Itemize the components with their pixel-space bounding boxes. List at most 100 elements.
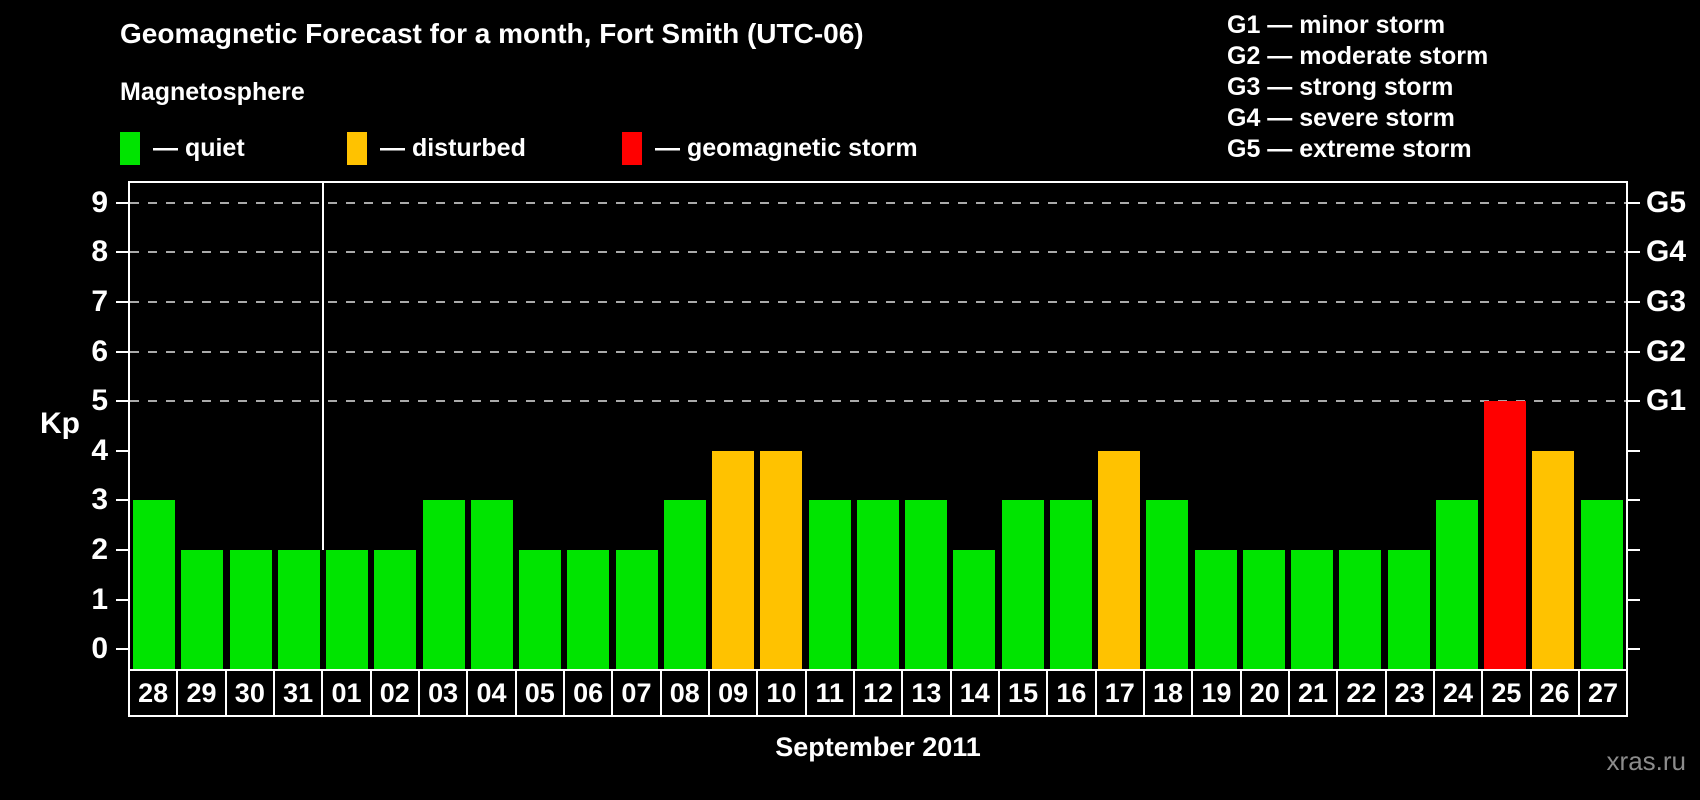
y-axis-tick-right <box>1628 450 1640 452</box>
kp-bar-day-04 <box>471 500 513 669</box>
y-axis-tick-left <box>116 351 128 353</box>
kp-bar-day-03 <box>423 500 465 669</box>
kp-bar-day-26 <box>1532 451 1574 669</box>
x-axis-day-label: 30 <box>224 671 273 715</box>
y-axis-tick-left <box>116 450 128 452</box>
y-axis-tick-right <box>1628 499 1640 501</box>
x-axis-day-label: 24 <box>1432 671 1481 715</box>
x-axis-day-label: 17 <box>1094 671 1143 715</box>
x-axis-day-label: 10 <box>756 671 804 715</box>
x-axis-day-label: 01 <box>321 671 369 715</box>
kp-bar-day-08 <box>664 500 706 669</box>
kp-bar-day-15 <box>1002 500 1044 669</box>
kp-bar-day-06 <box>567 550 609 669</box>
x-axis-day-label: 18 <box>1142 671 1191 715</box>
y-axis-tick-left <box>116 599 128 601</box>
legend-item-quiet: — quiet <box>120 132 245 165</box>
gridline-kp5 <box>130 400 1626 402</box>
x-axis-day-label: 15 <box>997 671 1046 715</box>
gridline-kp7 <box>130 301 1626 303</box>
storm-scale-legend-line: G2 — moderate storm <box>1227 42 1489 70</box>
kp-bar-day-13 <box>905 500 947 669</box>
kp-bar-day-05 <box>519 550 561 669</box>
y-tick-label: 2 <box>91 533 108 566</box>
x-axis-day-label: 27 <box>1577 671 1626 715</box>
kp-bar-day-31 <box>278 550 320 669</box>
kp-bar-day-21 <box>1291 550 1333 669</box>
kp-bar-day-19 <box>1195 550 1237 669</box>
kp-bar-day-01 <box>326 550 368 669</box>
legend-item-disturbed: — disturbed <box>347 132 526 165</box>
legend-item-storm: — geomagnetic storm <box>622 132 918 165</box>
x-axis-day-label: 08 <box>659 671 708 715</box>
magnetosphere-legend-title: Magnetosphere <box>120 78 305 106</box>
y-tick-label: 4 <box>91 434 108 467</box>
y-tick-label: 5 <box>91 384 108 417</box>
x-axis-day-label: 29 <box>176 671 224 715</box>
kp-bar-day-11 <box>809 500 851 669</box>
x-axis-label-row: 28 29 30 31 01 02 03 04 05 06 07 08 09 10 11 12 13 14 15 16… <box>128 669 1628 717</box>
disturbed-color-swatch <box>347 132 367 165</box>
y-axis-tick-right <box>1628 549 1640 551</box>
kp-bar-day-10 <box>760 451 802 669</box>
y-axis-tick-left <box>116 202 128 204</box>
x-axis-day-label: 28 <box>138 677 169 708</box>
y-tick-label: 1 <box>91 583 108 616</box>
y-axis-tick-left <box>116 499 128 501</box>
x-axis-day-label: 25 <box>1481 671 1529 715</box>
y-axis-tick-right <box>1628 202 1640 204</box>
kp-bar-day-23 <box>1388 550 1430 669</box>
kp-bar-day-09 <box>712 451 754 669</box>
storm-scale-legend-line: G5 — extreme storm <box>1227 135 1472 163</box>
x-axis-day-label: 21 <box>1287 671 1336 715</box>
y-tick-label: 8 <box>91 235 108 268</box>
geomagnetic-forecast-chart: Geomagnetic Forecast for a month, Fort S… <box>0 0 1700 800</box>
y-axis-tick-right <box>1628 251 1640 253</box>
g-scale-label-g3: G3 <box>1646 285 1687 318</box>
chart-title: Geomagnetic Forecast for a month, Fort S… <box>120 18 864 49</box>
kp-bar-day-30 <box>230 550 272 669</box>
x-axis-day-label: 05 <box>514 671 563 715</box>
g-scale-label-g1: G1 <box>1646 384 1687 417</box>
y-tick-label: 6 <box>91 335 108 368</box>
gridline-kp8 <box>130 251 1626 253</box>
x-axis-day-label: 16 <box>1046 671 1094 715</box>
kp-bar-day-18 <box>1146 500 1188 669</box>
y-axis-tick-right <box>1628 599 1640 601</box>
y-tick-label: 0 <box>91 632 108 665</box>
x-axis-day-label: 11 <box>804 671 853 715</box>
storm-scale-legend-line: G4 — severe storm <box>1227 104 1455 132</box>
y-axis-tick-right <box>1628 400 1640 402</box>
g-scale-label-g5: G5 <box>1646 186 1687 219</box>
kp-bar-day-17 <box>1098 451 1140 669</box>
y-tick-label: 3 <box>91 483 108 516</box>
g-scale-label-g4: G4 <box>1646 235 1687 268</box>
legend-label-storm: — geomagnetic storm <box>655 134 918 162</box>
storm-color-swatch <box>622 132 642 165</box>
g-scale-label-g2: G2 <box>1646 335 1687 368</box>
x-axis-day-label: 14 <box>949 671 998 715</box>
gridline-kp6 <box>130 351 1626 353</box>
y-axis-tick-right <box>1628 648 1640 650</box>
kp-bar-day-14 <box>953 550 995 669</box>
kp-bar-day-22 <box>1339 550 1381 669</box>
y-axis-tick-left <box>116 549 128 551</box>
kp-bar-day-12 <box>857 500 899 669</box>
x-axis-day-label: 06 <box>562 671 611 715</box>
quiet-color-swatch <box>120 132 140 165</box>
x-axis-day-label: 31 <box>272 671 321 715</box>
kp-bar-day-28 <box>133 500 175 669</box>
y-axis-tick-left <box>116 400 128 402</box>
y-axis-tick-right <box>1628 301 1640 303</box>
x-axis-day-label: 09 <box>707 671 756 715</box>
kp-bar-day-20 <box>1243 550 1285 669</box>
kp-bar-day-02 <box>374 550 416 669</box>
legend-label-disturbed: — disturbed <box>380 134 526 162</box>
x-axis-day-label: 02 <box>369 671 418 715</box>
y-tick-label: 7 <box>91 285 108 318</box>
month-separator-line <box>322 183 324 550</box>
kp-bar-day-24 <box>1436 500 1478 669</box>
x-axis-day-label: 23 <box>1384 671 1433 715</box>
x-axis-day-label: 26 <box>1529 671 1578 715</box>
gridline-kp9 <box>130 202 1626 204</box>
